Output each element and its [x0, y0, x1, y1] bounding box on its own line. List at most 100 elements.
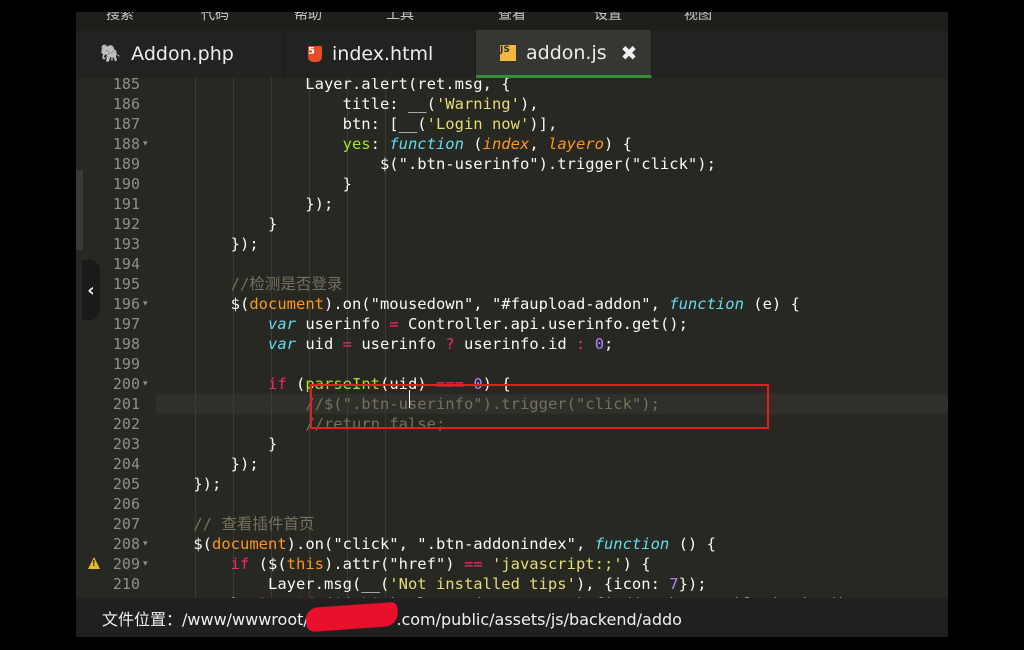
- code-line[interactable]: });: [156, 234, 259, 254]
- line-number: 198: [76, 334, 154, 354]
- menu-bar: 搜索 代码 帮助 工具 查看 设置 视图: [76, 12, 948, 30]
- code-line[interactable]: }: [156, 174, 352, 194]
- line-number: 190: [76, 174, 154, 194]
- line-number: 208 ▾: [76, 534, 154, 554]
- line-number: 200 ▾: [76, 374, 154, 394]
- tab-label: Addon.php: [131, 43, 234, 65]
- code-token: function: [669, 295, 744, 313]
- menu-item[interactable]: 帮助: [294, 12, 322, 24]
- code-line[interactable]: var uid = userinfo ? userinfo.id : 0;: [156, 334, 613, 354]
- fold-arrow-icon[interactable]: ▾: [143, 294, 148, 314]
- line-number-text: 188: [112, 135, 140, 153]
- line-number: 188 ▾: [76, 134, 154, 154]
- code-token: ==: [463, 555, 483, 573]
- fold-arrow-icon[interactable]: ▾: [143, 534, 148, 554]
- line-number: 189: [76, 154, 154, 174]
- code-line[interactable]: yes: function (index, layero) {: [156, 134, 632, 154]
- line-number-text: 193: [112, 235, 140, 253]
- code-token: }: [156, 175, 352, 193]
- code-token: }: [156, 215, 278, 233]
- code-line[interactable]: $(".btn-userinfo").trigger("click");: [156, 154, 716, 174]
- code-token: $(".btn-userinfo").trigger("click");: [156, 155, 716, 173]
- code-line[interactable]: $(document).on("click", ".btn-addonindex…: [156, 534, 716, 554]
- line-number: 204: [76, 454, 154, 474]
- code-token: function: [389, 135, 464, 153]
- code-line[interactable]: //检测是否登录: [156, 274, 343, 294]
- code-editor[interactable]: 185 186 187 188 ▾ 189 190 191 192 193 194 195 196 ▾ 19…: [76, 78, 948, 598]
- fold-arrow-icon[interactable]: ▾: [143, 134, 148, 154]
- line-number-text: 203: [112, 435, 140, 453]
- line-number-text: 209: [112, 555, 140, 573]
- code-line[interactable]: title: __('Warning'),: [156, 94, 539, 114]
- code-token: )],: [529, 115, 558, 133]
- php-elephant-icon: 🐘: [100, 44, 122, 64]
- code-token: 'Warning': [435, 95, 520, 113]
- code-line[interactable]: });: [156, 194, 333, 214]
- line-number: 187: [76, 114, 154, 134]
- line-number-text: 186: [112, 95, 140, 113]
- code-line[interactable]: });: [156, 454, 259, 474]
- code-token: ), {icon:: [575, 575, 670, 593]
- line-number-text: 205: [112, 475, 140, 493]
- code-line[interactable]: $(document).on("mousedown", "#faupload-a…: [156, 294, 800, 314]
- tab-index-html[interactable]: 5 index.html: [284, 30, 476, 78]
- code-line[interactable]: // 查看插件首页: [156, 514, 314, 534]
- code-line[interactable]: btn: [__('Login now')],: [156, 114, 558, 134]
- menu-item[interactable]: 视图: [684, 12, 712, 24]
- code-token: Layer.alert(ret.msg, {: [156, 78, 511, 93]
- code-token: userinfo.id: [454, 335, 576, 353]
- code-line[interactable]: if ($(this).attr("href") == 'javascript:…: [156, 554, 651, 574]
- line-number-text: 198: [112, 335, 140, 353]
- line-number-text: 207: [112, 515, 140, 533]
- code-token: :: [576, 335, 586, 353]
- menu-item[interactable]: 设置: [594, 12, 622, 24]
- code-token: });: [156, 195, 334, 213]
- close-tab-icon[interactable]: ✖: [621, 41, 638, 65]
- line-number: 191: [76, 194, 154, 214]
- code-token: });: [156, 235, 259, 253]
- line-number: ! 209 ▾: [76, 554, 154, 574]
- line-number-text: 191: [112, 195, 140, 213]
- line-number: 207: [76, 514, 154, 534]
- menu-item[interactable]: 查看: [498, 12, 526, 24]
- code-line[interactable]: });: [156, 474, 221, 494]
- code-token: ).on("click", ".btn-addonindex",: [286, 535, 595, 553]
- code-line[interactable]: Layer.alert(ret.msg, {: [156, 78, 511, 94]
- menu-item[interactable]: 搜索: [106, 12, 134, 24]
- annotation-highlight-box: [310, 384, 769, 429]
- code-token: });: [678, 575, 707, 593]
- chevron-left-icon[interactable]: ‹: [82, 260, 100, 320]
- code-token: ) {: [622, 555, 651, 573]
- code-area[interactable]: Layer.alert(ret.msg, { title: __('Warnin…: [156, 78, 948, 598]
- menu-item[interactable]: 代码: [201, 12, 229, 24]
- code-token: () {: [669, 535, 716, 553]
- code-token: uid: [295, 335, 343, 353]
- tab-addon-php[interactable]: 🐘 Addon.php: [76, 30, 284, 78]
- code-token: // 查看插件首页: [193, 515, 315, 533]
- line-number: 199: [76, 354, 154, 374]
- tab-addon-js[interactable]: JS addon.js ✖: [476, 30, 652, 78]
- scrollbar[interactable]: [76, 170, 83, 250]
- warning-icon[interactable]: !: [88, 557, 100, 569]
- fold-arrow-icon[interactable]: ▾: [143, 374, 148, 394]
- code-token: ?: [445, 335, 455, 353]
- code-line[interactable]: var userinfo = Controller.api.userinfo.g…: [156, 314, 688, 334]
- menu-item[interactable]: 工具: [386, 12, 414, 24]
- code-line[interactable]: }: [156, 434, 277, 454]
- code-token: layero: [547, 135, 604, 153]
- line-number-text: 201: [112, 395, 140, 413]
- line-number-text: 210: [112, 575, 140, 593]
- code-line[interactable]: Layer.msg(__('Not installed tips'), {ico…: [156, 574, 707, 594]
- code-token: function: [594, 535, 670, 553]
- line-number: 201: [76, 394, 154, 414]
- line-number-text: 192: [112, 215, 140, 233]
- fold-arrow-icon[interactable]: ▾: [143, 554, 148, 574]
- code-line[interactable]: }: [156, 214, 277, 234]
